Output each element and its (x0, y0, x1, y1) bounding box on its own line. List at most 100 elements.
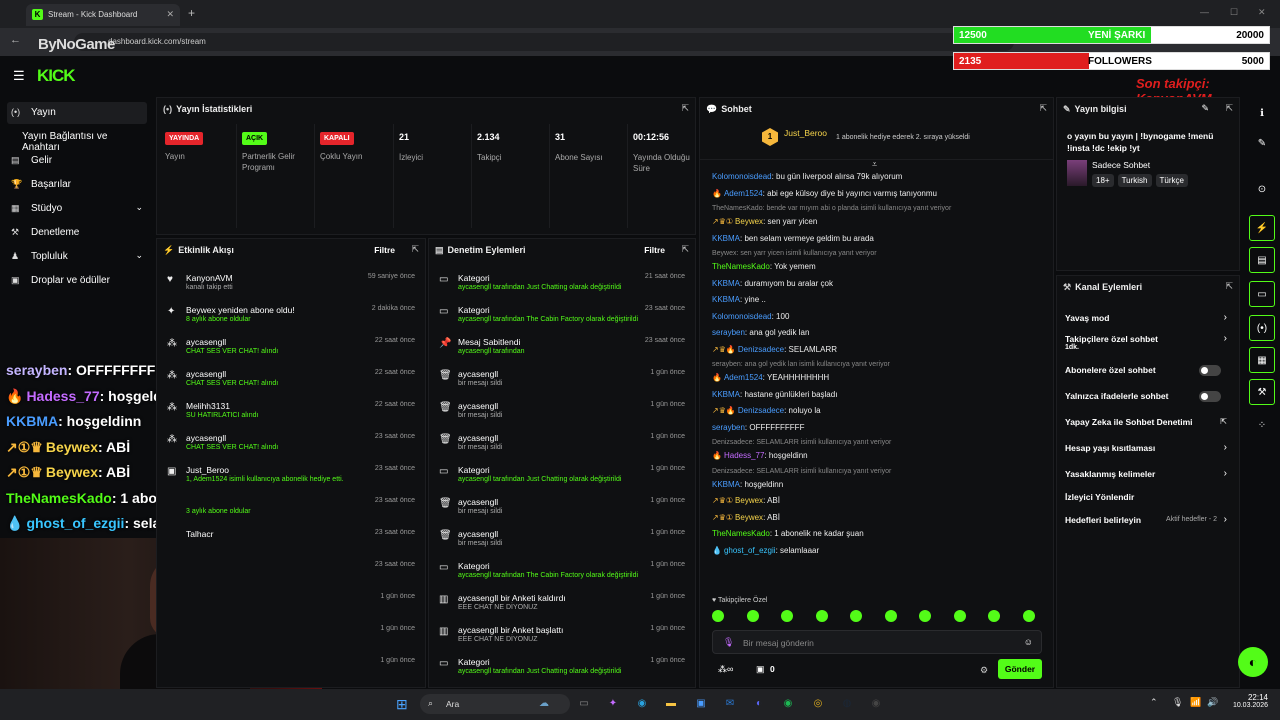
list-item[interactable]: 📌 Mesaj Sabitlendi aycasengll tarafından 23… (429, 333, 695, 365)
new-tab-button[interactable]: + (188, 6, 195, 20)
toggle-switch[interactable] (1199, 365, 1221, 376)
store-icon[interactable]: ▣ (691, 694, 711, 714)
activity-filter-button[interactable]: Filtre (374, 245, 395, 255)
chat-username[interactable]: serayben (712, 328, 745, 337)
volume-icon[interactable]: 🔊 (1207, 697, 1218, 708)
microphone-icon[interactable]: 🎙 (723, 637, 734, 648)
points-icon[interactable]: ⁂∞ (718, 664, 733, 675)
chevron-right-icon[interactable]: › (1224, 468, 1227, 479)
emote-icon[interactable] (953, 610, 966, 622)
info-icon[interactable]: ℹ (1249, 101, 1275, 127)
list-item[interactable]: ▭ Kategori aycasengll tarafından The Cabin… (429, 301, 695, 333)
list-item[interactable]: 🗑 aycasengll bir mesajı sildi 1 gün önce (429, 365, 695, 397)
list-item[interactable]: 1 gün önce (157, 653, 425, 685)
target-icon[interactable]: ⊙ (1249, 177, 1275, 203)
channel-action-item[interactable]: Abonelere özel sohbet (1065, 365, 1156, 375)
popout-icon[interactable]: ⇱ (681, 244, 689, 255)
list-item[interactable]: ▭ Kategori aycasengll tarafından Just Chat… (429, 269, 695, 301)
chat-username[interactable]: KKBMA (712, 279, 740, 288)
emote-icon[interactable] (850, 610, 862, 622)
list-item[interactable]: 3 aylık abone oldular 23 saat önce (157, 493, 425, 525)
chat-username[interactable]: Hadess_77 (724, 451, 764, 460)
grid-dots-icon[interactable]: ⁘ (1249, 413, 1275, 439)
sidebar-item-yayin[interactable]: (•) Yayın (7, 102, 147, 124)
list-item[interactable]: Talhacr 23 saat önce (157, 525, 425, 557)
chat-username[interactable]: Denizsadece (738, 345, 784, 354)
chat-message[interactable]: 🔥 Hadess_77: hoşgeldinn (712, 451, 808, 460)
chat-username[interactable]: Denizsadece (738, 406, 784, 415)
taskbar-clock[interactable]: 22:14 10.03.2026 (1228, 693, 1268, 709)
weather-icon[interactable]: ☁ (534, 694, 554, 714)
chevron-right-icon[interactable]: › (1224, 312, 1227, 323)
chat-message[interactable]: ↗♛① Beywex: sen yarr yicen (712, 217, 817, 226)
signal-icon[interactable]: (•) (1249, 315, 1275, 341)
task-view-icon[interactable]: ▭ (574, 694, 594, 714)
channel-action-item[interactable]: İzleyici Yönlendir (1065, 492, 1134, 502)
list-item[interactable]: 🗑 aycasengll bir mesajı sildi 1 gün önce (429, 397, 695, 429)
hammer-icon[interactable]: ⚒ (1249, 379, 1275, 405)
chat-message[interactable]: ↗♛① Beywex: ABİ (712, 496, 780, 505)
chat-username[interactable]: Kolomonoisdead (712, 312, 772, 321)
list-item[interactable]: ⁂ Melihh3131 SU HATIRLATICI alındı 22 saat … (157, 397, 425, 429)
chat-message[interactable]: ↗♛🔥 Denizsadece: SELAMLARR (712, 345, 837, 354)
chrome-icon[interactable]: ◎ (808, 694, 828, 714)
tag-chip[interactable]: Turkish (1117, 174, 1152, 187)
chat-username[interactable]: Kolomonoisdead (712, 172, 772, 181)
sidebar-item-droplar[interactable]: ▣ Droplar ve ödüller (7, 270, 147, 292)
list-item[interactable]: ⁂ aycasengll CHAT SES VER CHAT! alındı 23 s… (157, 429, 425, 461)
chat-message[interactable]: serayben: OFFFFFFFFFF (712, 423, 804, 432)
list-item[interactable]: ▭ Kategori aycasengll tarafından Just Chat… (429, 653, 695, 685)
chat-username[interactable]: TheNamesKado (712, 529, 770, 538)
chat-message[interactable]: Kolomonoisdead: bu gün liverpool alırsa … (712, 172, 902, 181)
chat-message[interactable]: KKBMA: ben selam vermeye geldim bu arada (712, 234, 874, 243)
tag-chip[interactable]: 18+ (1092, 174, 1114, 187)
steam-icon[interactable]: ◍ (837, 694, 857, 714)
discord-icon[interactable]: ◐ (749, 694, 769, 714)
edit-pencil-icon[interactable]: ✎ (1201, 103, 1209, 114)
chevron-right-icon[interactable]: › (1224, 514, 1227, 525)
outlook-icon[interactable]: ✉ (720, 694, 740, 714)
spotify-icon[interactable]: ◉ (778, 694, 798, 714)
chat-username[interactable]: serayben (712, 423, 745, 432)
chat-message[interactable]: 🔥 Adem1524: abi ege külsoy diye bi yayınc… (712, 189, 937, 198)
list-item[interactable]: ⁂ aycasengll CHAT SES VER CHAT! alındı 22 s… (157, 333, 425, 365)
chat-username[interactable]: KKBMA (712, 480, 740, 489)
sidebar-item-gelir[interactable]: ▤ Gelir (7, 150, 147, 172)
chat-username[interactable]: Adem1524 (724, 373, 763, 382)
list-item[interactable]: 🗑 aycasengll bir mesajı sildi 1 gün önce (429, 525, 695, 557)
external-link-icon[interactable]: ⇱ (1220, 417, 1227, 426)
list-item[interactable]: ▥ aycasengll bir Anketi kaldırdı EEE CHAT … (429, 589, 695, 621)
chat-message[interactable]: TheNamesKado: 1 abonelik ne kadar şuan (712, 529, 864, 538)
moderation-filter-button[interactable]: Filtre (644, 245, 665, 255)
microphone-tray-icon[interactable]: 🎙 (1172, 697, 1183, 708)
emote-icon[interactable] (815, 610, 828, 622)
chat-username[interactable]: ghost_of_ezgii (724, 546, 776, 555)
list-item[interactable]: ▥ aycasengll bir Anket başlattı EEE CHAT N… (429, 621, 695, 653)
chat-username[interactable]: KKBMA (712, 390, 740, 399)
chat-settings-icon[interactable]: ⚙ (980, 665, 988, 676)
sidebar-item-studyo[interactable]: ▦ Stüdyo ⌄ (7, 198, 147, 220)
close-tab-icon[interactable]: ✕ (166, 9, 174, 20)
list-item[interactable]: 23 saat önce (157, 557, 425, 589)
edge-browser-icon[interactable]: ◉ (632, 694, 652, 714)
chat-message[interactable]: KKBMA: yine .. (712, 295, 766, 304)
tag-chip[interactable]: Türkçe (1155, 174, 1188, 187)
sidebar-item-basarilar[interactable]: 🏆 Başarılar (7, 174, 147, 196)
lightning-icon[interactable]: ⚡ (1249, 215, 1275, 241)
sidebar-item-topluluk[interactable]: ♟ Topluluk ⌄ (7, 246, 147, 268)
maximize-icon[interactable]: ☐ (1230, 7, 1238, 18)
chat-input[interactable]: 🎙 Bir mesaj gönderin ☺ (712, 630, 1042, 654)
chat-username[interactable]: Beywex (735, 513, 763, 522)
chat-message[interactable]: serayben: ana gol yedik lan (712, 328, 809, 337)
chat-username[interactable]: Beywex (735, 496, 763, 505)
chevron-right-icon[interactable]: › (1224, 333, 1227, 344)
chat-username[interactable]: KKBMA (712, 295, 740, 304)
emote-icon[interactable] (781, 610, 793, 622)
popout-icon[interactable]: ⇱ (1225, 103, 1233, 114)
list-item[interactable]: 1 gün önce (157, 589, 425, 621)
windows-start-icon[interactable]: ⊞ (396, 696, 408, 713)
list-item[interactable]: 🗑 aycasengll bir mesajı sildi 1 gün önce (429, 429, 695, 461)
popout-icon[interactable]: ⇱ (1039, 103, 1047, 114)
chat-message[interactable]: KKBMA: hoşgeldinn (712, 480, 783, 489)
list-item[interactable]: ✦ Beywex yeniden abone oldu! 8 aylık abone… (157, 301, 425, 333)
